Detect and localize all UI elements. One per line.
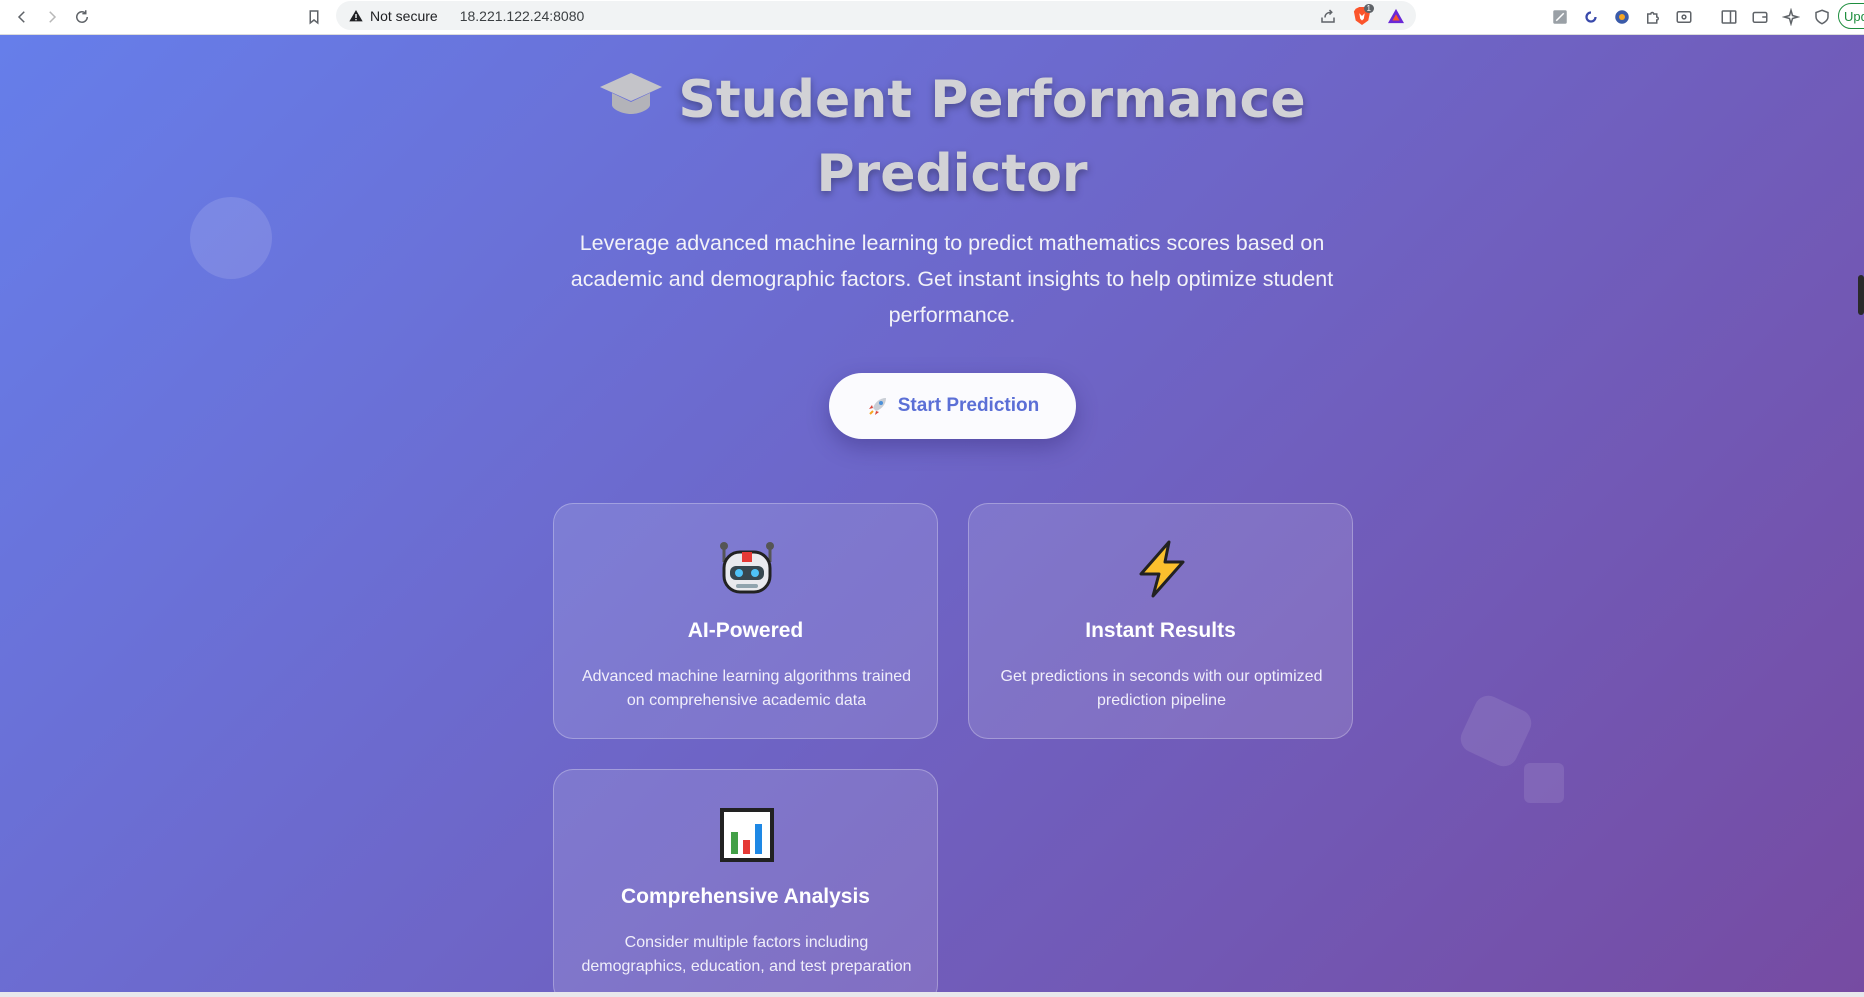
scrollbar-thumb[interactable] [1858,275,1864,315]
update-button[interactable]: Upd [1838,3,1864,29]
page-title: Student Performance Predictor [560,63,1344,211]
bar-chart-icon [720,808,774,862]
share-button[interactable] [1316,4,1340,28]
brave-badge: 1 [1363,3,1374,13]
bookmark-icon [309,10,319,25]
shield-icon [1815,9,1829,25]
tab-search-icon [1676,11,1692,23]
extensions-menu-button[interactable] [1641,5,1665,29]
page-subtitle: Leverage advanced machine learning to pr… [570,231,1334,327]
wallet-icon [1752,11,1768,23]
start-prediction-label: Start Prediction [897,395,1040,416]
omnibox-actions: 1 [1316,1,1408,30]
feature-title: Instant Results [1085,619,1236,642]
reload-icon [76,10,88,23]
extension-2-button[interactable] [1579,5,1603,29]
forward-button[interactable] [38,3,66,31]
tab-search-button[interactable] [1672,5,1696,29]
graduation-cap-icon [600,73,663,114]
horizontal-scrollbar[interactable] [0,992,1864,997]
robot-icon [720,542,774,594]
circle-arrow-extension-icon [1585,11,1597,23]
extension-1-button[interactable] [1548,5,1572,29]
feature-card-comprehensive-analysis: Comprehensive Analysis Consider multiple… [553,769,938,997]
browser-toolbar: Not secure 18.221.122.24:8080 1 Up [0,0,1864,35]
brave-rewards-button[interactable] [1384,4,1408,28]
feature-description: Advanced machine learning algorithms tra… [581,668,912,709]
start-prediction-button[interactable]: Start Prediction [829,373,1076,439]
share-icon [1321,8,1335,23]
sidebar-icon [1721,10,1737,24]
feature-title: Comprehensive Analysis [621,885,870,908]
url-text[interactable]: 18.221.122.24:8080 [460,8,585,24]
decorative-square-large [1456,691,1536,771]
warning-icon [349,9,363,21]
decorative-circle [190,197,272,279]
forward-arrow-icon [49,11,57,23]
grid-extension-icon [1553,10,1567,24]
rocket-icon [868,398,886,415]
feature-title: AI-Powered [687,619,804,642]
puzzle-icon [1647,11,1659,24]
sparkle-icon [1782,8,1800,26]
back-arrow-icon [17,11,25,23]
feature-description: Get predictions in seconds with our opti… [1000,668,1323,709]
globe-extension-icon [1615,10,1629,24]
reload-button[interactable] [68,3,96,31]
feature-description: Consider multiple factors including demo… [581,934,912,975]
rewards-triangle-icon [1388,8,1404,23]
extensions-toolbar [1548,3,1834,31]
sidebar-toggle-button[interactable] [1717,5,1741,29]
feature-card-instant-results: Instant Results Get predictions in secon… [968,503,1353,739]
wallet-button[interactable] [1748,5,1772,29]
extension-3-button[interactable] [1610,5,1634,29]
lightning-icon [1139,540,1185,598]
decorative-square-small [1524,763,1564,803]
bookmark-button[interactable] [300,3,328,31]
brave-shields-button[interactable]: 1 [1350,3,1374,28]
vpn-button[interactable] [1810,5,1834,29]
address-bar[interactable]: Not secure 18.221.122.24:8080 1 [336,1,1416,30]
landing-page: Student Performance Predictor Leverage a… [0,35,1864,997]
back-button[interactable] [8,3,36,31]
page-title-text: Student Performance Predictor [678,70,1306,204]
leo-ai-button[interactable] [1779,5,1803,29]
security-status-label[interactable]: Not secure [370,8,438,24]
feature-card-ai-powered: AI-Powered Advanced machine learning alg… [553,503,938,739]
